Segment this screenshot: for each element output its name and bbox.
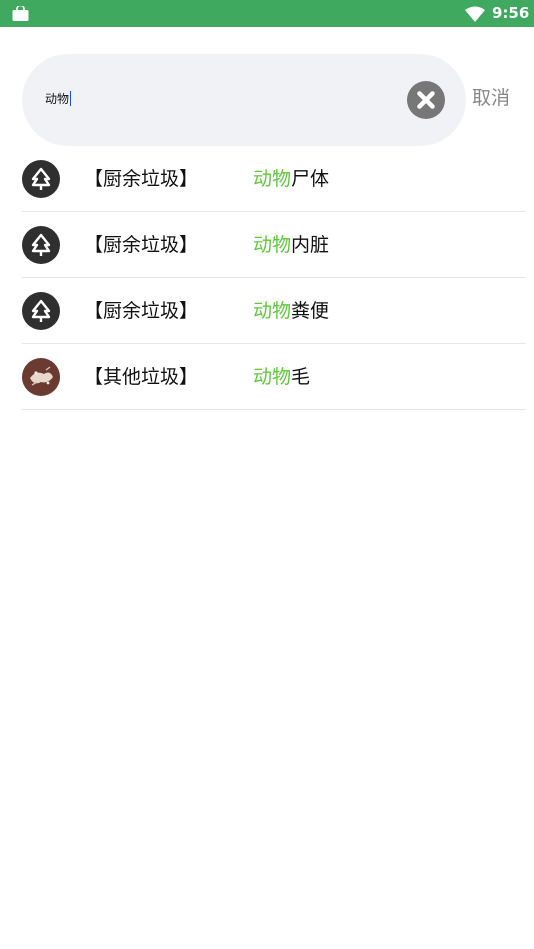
item-name-rest: 内脏 <box>291 234 330 256</box>
match-highlight: 动物 <box>253 366 292 388</box>
wifi-icon <box>465 6 485 22</box>
item-name-rest: 毛 <box>291 366 311 388</box>
list-item[interactable]: 【厨余垃圾】 动物尸体 <box>22 146 526 212</box>
text-caret <box>70 91 72 106</box>
list-item[interactable]: 【厨余垃圾】 动物内脏 <box>22 212 526 278</box>
clear-circle-icon <box>417 91 435 109</box>
item-name: 动物尸体 <box>253 166 329 192</box>
shopping-bag-icon <box>12 6 29 21</box>
match-highlight: 动物 <box>253 300 292 322</box>
search-input[interactable]: 动物 <box>45 91 72 107</box>
search-bar[interactable]: 动物 <box>22 54 466 146</box>
kitchen-waste-icon <box>22 292 60 330</box>
cancel-button[interactable]: 取消 <box>472 86 510 110</box>
match-highlight: 动物 <box>253 234 292 256</box>
clear-search-button[interactable] <box>407 81 445 119</box>
search-query-text: 动物 <box>45 92 70 106</box>
item-name: 动物粪便 <box>253 298 329 324</box>
category-label: 【厨余垃圾】 <box>84 168 199 190</box>
item-name: 动物毛 <box>253 364 310 390</box>
category-label: 【厨余垃圾】 <box>84 300 199 322</box>
category-label: 【厨余垃圾】 <box>84 234 199 256</box>
category-label: 【其他垃圾】 <box>84 366 199 388</box>
result-list: 【厨余垃圾】 动物尸体 【厨余垃圾】 动物内脏 【厨余垃圾】 动物粪便 【其他垃… <box>22 146 526 410</box>
status-time: 9:56 <box>492 4 530 22</box>
match-highlight: 动物 <box>253 168 292 190</box>
other-waste-icon <box>22 358 60 396</box>
kitchen-waste-icon <box>22 226 60 264</box>
status-bar: 9:56 <box>0 0 534 27</box>
list-item[interactable]: 【其他垃圾】 动物毛 <box>22 344 526 410</box>
item-name-rest: 尸体 <box>291 168 330 190</box>
kitchen-waste-icon <box>22 160 60 198</box>
item-name-rest: 粪便 <box>291 300 330 322</box>
item-name: 动物内脏 <box>253 232 329 258</box>
list-item[interactable]: 【厨余垃圾】 动物粪便 <box>22 278 526 344</box>
